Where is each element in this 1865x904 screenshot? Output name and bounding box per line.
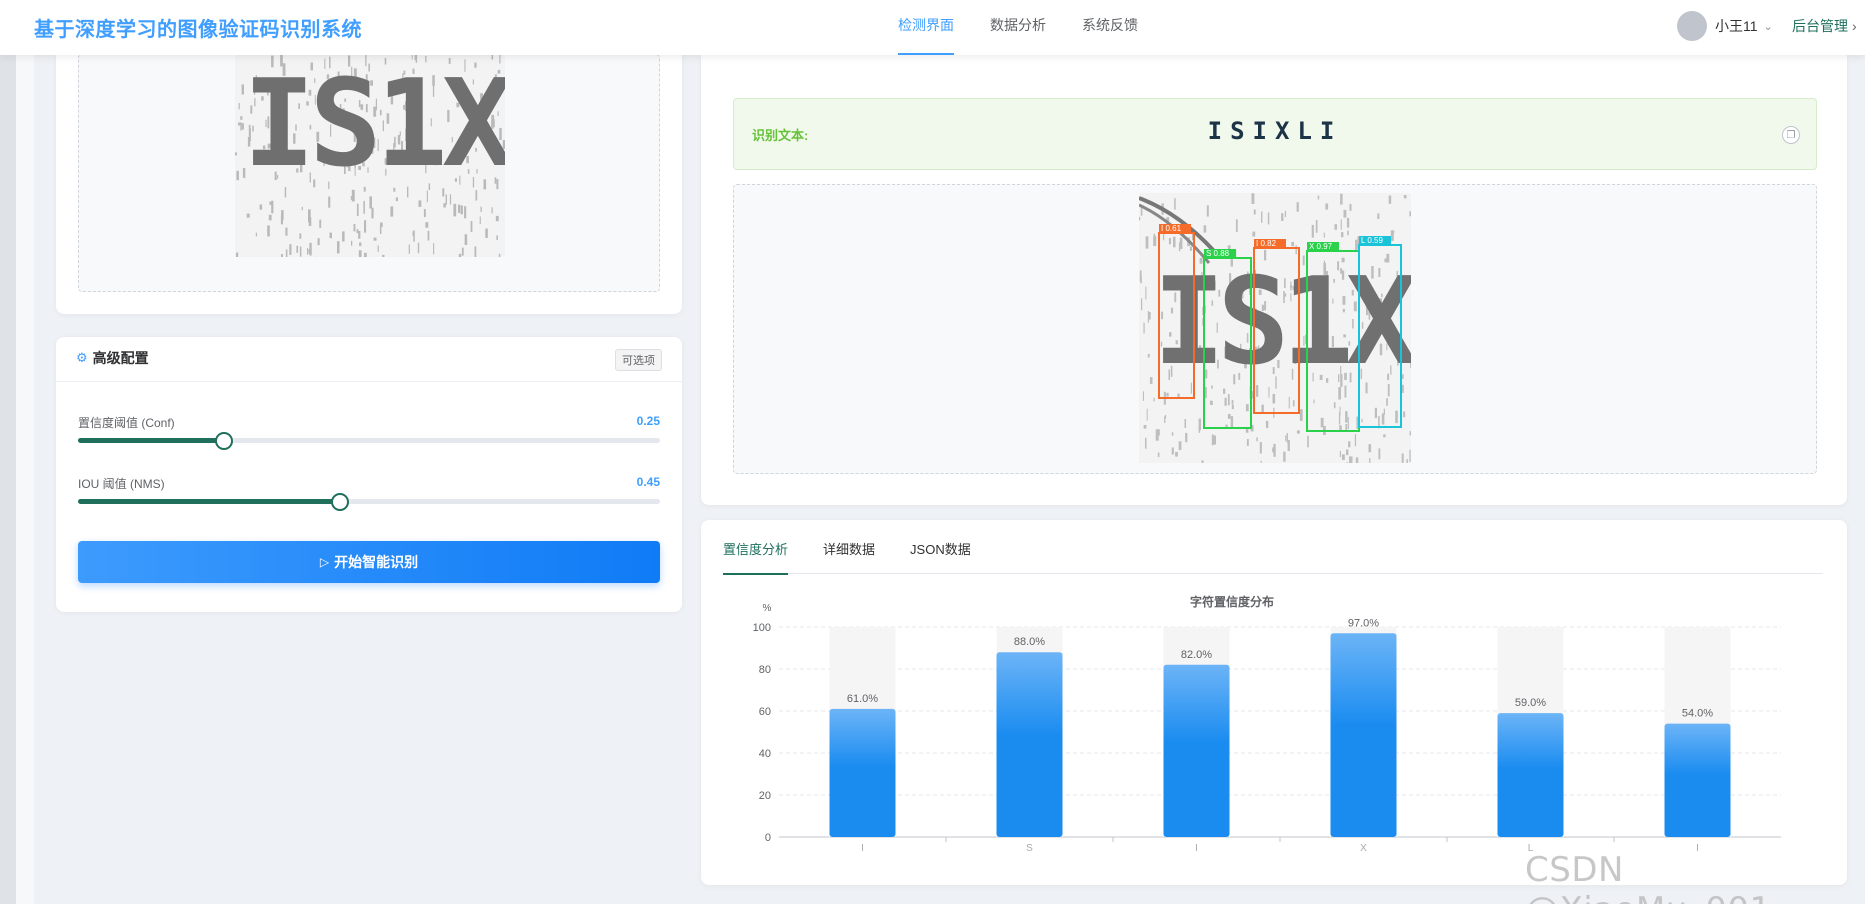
iou-slider-handle[interactable] <box>330 493 349 511</box>
bar-data-label: 61.0% <box>847 693 878 705</box>
optional-tag: 可选项 <box>615 349 662 371</box>
y-tick-label: 100 <box>753 622 771 634</box>
iou-slider[interactable] <box>78 493 660 511</box>
upload-dropzone[interactable]: IS1XL <box>78 54 660 292</box>
bar[interactable] <box>1163 664 1230 837</box>
start-recognition-button[interactable]: ▷ 开始智能识别 <box>78 541 660 583</box>
y-tick-label: 40 <box>759 748 771 760</box>
main-nav: 检测界面 数据分析 系统反馈 <box>880 0 1156 55</box>
play-circle-icon: ▷ <box>319 555 330 569</box>
result-banner: 识别文本: ISIXLI ❐ <box>733 98 1817 170</box>
advanced-config-card: ⚙ 高级配置 可选项 置信度阈值 (Conf) 0.25 IOU 阈值 (NMS… <box>56 337 682 612</box>
conf-slider-fill <box>78 438 224 443</box>
start-button-label[interactable]: 开始智能识别 <box>334 552 418 572</box>
admin-link-label[interactable]: 后台管理 <box>1792 18 1848 34</box>
analysis-tabs: 置信度分析 详细数据 JSON数据 <box>723 538 1823 575</box>
conf-slider-row: 置信度阈值 (Conf) 0.25 <box>78 414 660 450</box>
conf-slider[interactable] <box>78 432 660 450</box>
avatar[interactable] <box>1677 11 1707 41</box>
chart-title: 字符置信度分布 <box>1190 594 1274 609</box>
config-header: ⚙ 高级配置 可选项 <box>56 337 682 382</box>
bar[interactable] <box>1497 713 1564 837</box>
detection-label: S 0.88 <box>1206 249 1230 258</box>
captcha-glyphs: IS1XL <box>243 55 505 194</box>
y-axis-label: % <box>763 603 772 614</box>
iou-label: IOU 阈值 (NMS) <box>78 477 165 491</box>
x-tick-label: X <box>1360 843 1367 854</box>
conf-label: 置信度阈值 (Conf) <box>78 416 175 430</box>
detection-label: L 0.59 <box>1361 236 1383 245</box>
y-tick-label: 80 <box>759 664 771 676</box>
detection-image-panel: IS1XL I 0.61 S 0.88 I 0.82 X 0.97 L 0.59 <box>733 184 1817 474</box>
nav-analysis[interactable]: 数据分析 <box>972 0 1064 55</box>
detection-label: X 0.97 <box>1309 242 1333 251</box>
detection-result-image: IS1XL I 0.61 S 0.88 I 0.82 X 0.97 L 0.59 <box>1139 193 1411 463</box>
config-title-text: 高级配置 <box>92 350 149 366</box>
iou-value: 0.45 <box>636 475 660 489</box>
bar-data-label: 54.0% <box>1682 708 1713 720</box>
user-menu[interactable]: 小王11 ⌄ <box>1677 11 1773 41</box>
chevron-right-icon: › <box>1852 18 1857 34</box>
bar-data-label: 88.0% <box>1014 636 1045 648</box>
tab-details[interactable]: 详细数据 <box>823 538 875 574</box>
top-navbar: 基于深度学习的图像验证码识别系统 检测界面 数据分析 系统反馈 小王11 ⌄ 后… <box>0 0 1865 55</box>
bar[interactable] <box>996 652 1063 837</box>
iou-slider-fill <box>78 499 340 504</box>
x-tick-label: S <box>1026 843 1033 854</box>
x-tick-label: I <box>1195 843 1198 854</box>
chevron-down-icon[interactable]: ⌄ <box>1764 20 1773 33</box>
bar[interactable] <box>1330 633 1397 837</box>
y-tick-label: 0 <box>765 832 771 844</box>
confidence-bar-chart: 字符置信度分布 % 0 20 40 60 80 100 61.0% I 88.0% S 82.0% I… <box>753 594 1781 854</box>
y-tick-label: 20 <box>759 790 771 802</box>
recognized-text: ISIXLI <box>1207 117 1343 145</box>
tab-json[interactable]: JSON数据 <box>910 538 971 574</box>
admin-link[interactable]: 后台管理 › <box>1792 16 1857 36</box>
bar-data-label: 97.0% <box>1348 617 1379 629</box>
config-title: ⚙ 高级配置 <box>76 348 149 368</box>
bar[interactable] <box>1664 723 1731 837</box>
tab-confidence[interactable]: 置信度分析 <box>723 538 789 575</box>
gear-icon: ⚙ <box>76 350 88 365</box>
conf-value: 0.25 <box>636 414 660 428</box>
watermark: CSDN @XiaoMu_001 <box>1525 850 1771 904</box>
result-card: 识别文本: ISIXLI ❐ IS1XL I 0.61 S 0.88 I 0.82 X… <box>701 55 1847 505</box>
detection-label: I 0.82 <box>1256 239 1277 248</box>
analysis-card: 置信度分析 详细数据 JSON数据 字符置信度分布 % 0 20 40 60 80 100… <box>701 520 1847 885</box>
iou-slider-row: IOU 阈值 (NMS) 0.45 <box>78 475 660 511</box>
conf-slider-handle[interactable] <box>214 432 233 450</box>
bar-data-label: 82.0% <box>1181 649 1212 661</box>
detection-label: I 0.61 <box>1161 224 1182 233</box>
detection-glyphs: IS1XL <box>1153 253 1411 392</box>
user-name[interactable]: 小王11 <box>1715 16 1758 36</box>
left-gutter <box>0 0 34 904</box>
bar[interactable] <box>829 708 896 837</box>
y-tick-label: 60 <box>759 706 771 718</box>
nav-detect[interactable]: 检测界面 <box>880 0 972 55</box>
copy-icon[interactable]: ❐ <box>1782 126 1800 144</box>
upload-card: IS1XL <box>56 40 682 314</box>
uploaded-captcha-image: IS1XL <box>235 55 505 257</box>
x-tick-label: I <box>861 843 864 854</box>
app-title: 基于深度学习的图像验证码识别系统 <box>34 19 362 41</box>
nav-feedback[interactable]: 系统反馈 <box>1064 0 1156 55</box>
bar-data-label: 59.0% <box>1515 697 1546 709</box>
